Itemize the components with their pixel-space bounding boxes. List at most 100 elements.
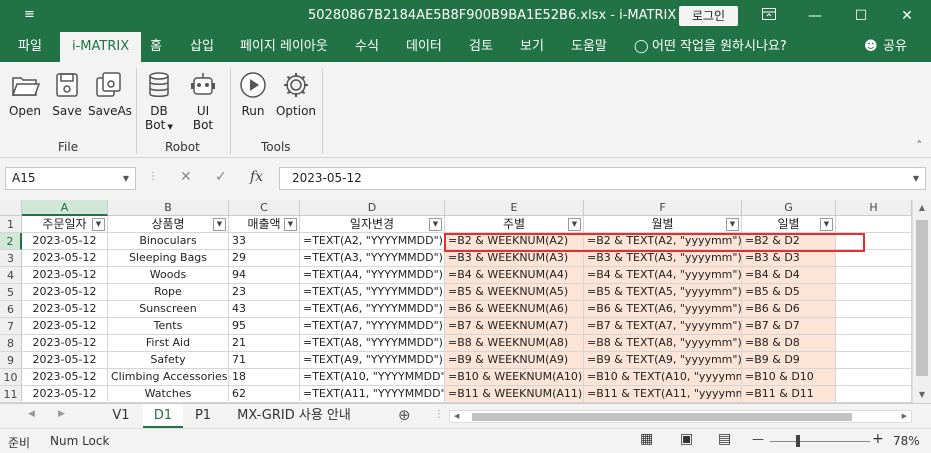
saveas-button[interactable]: SaveAs — [88, 66, 132, 118]
cell-monthly[interactable]: =B11 & TEXT(A11, "yyyymm") — [584, 386, 742, 403]
zoom-level[interactable]: 78% — [893, 434, 920, 448]
cell-weekly[interactable]: =B11 & WEEKNUM(A11) — [445, 386, 584, 403]
close-icon[interactable]: ✕ — [892, 4, 922, 28]
sheet-tab-v1[interactable]: V1 — [102, 404, 140, 428]
zoom-slider-thumb[interactable] — [796, 435, 800, 447]
cell-weekly[interactable]: =B5 & WEEKNUM(A5) — [445, 284, 584, 301]
row-header[interactable]: 8 — [0, 335, 22, 352]
tab-insert[interactable]: 삽입 — [190, 32, 214, 62]
cell-monthly[interactable]: =B4 & TEXT(A4, "yyyymm") — [584, 267, 742, 284]
cell-h[interactable] — [836, 267, 912, 284]
filter-dropdown-icon[interactable]: ▼ — [92, 218, 105, 231]
scroll-left-icon[interactable]: ◀ — [454, 412, 459, 420]
cell-daily[interactable]: =B2 & D2 — [742, 233, 836, 250]
row-header[interactable]: 2 — [0, 233, 22, 250]
sheet-tab-d1[interactable]: D1 — [143, 404, 183, 428]
column-header-f[interactable]: F — [584, 200, 742, 216]
sheet-tab-p1[interactable]: P1 — [184, 404, 222, 428]
run-button[interactable]: Run — [236, 66, 270, 118]
chevron-down-icon[interactable]: ▼ — [123, 168, 129, 189]
cell-h[interactable] — [836, 369, 912, 386]
cell-date-change[interactable]: =TEXT(A3, "YYYYMMDD") — [300, 250, 445, 267]
expand-formula-icon[interactable]: ▼ — [913, 168, 919, 189]
spreadsheet-grid[interactable]: A B C D E F G H 1 2 3 4 5 6 7 8 9 10 11 주문일자 ▼ 상품명 ▼ 매출… — [0, 200, 912, 403]
cell-daily[interactable]: =B8 & D8 — [742, 335, 836, 352]
tab-file[interactable]: 파일 — [18, 32, 42, 62]
cell-order-date[interactable]: 2023-05-12 — [22, 352, 108, 369]
cell-weekly[interactable]: =B4 & WEEKNUM(A4) — [445, 267, 584, 284]
cell-product-name[interactable]: Sunscreen — [108, 301, 229, 318]
sheet-tab-mx-grid[interactable]: MX-GRID 사용 안내 — [225, 404, 363, 428]
filter-dropdown-icon[interactable]: ▼ — [726, 218, 739, 231]
tab-help[interactable]: 도움말 — [571, 32, 607, 62]
cell-weekly[interactable]: =B7 & WEEKNUM(A7) — [445, 318, 584, 335]
cell-h[interactable] — [836, 301, 912, 318]
row-header[interactable]: 10 — [0, 369, 22, 386]
cell-daily[interactable]: =B10 & D10 — [742, 369, 836, 386]
cell-monthly[interactable]: =B2 & TEXT(A2, "yyyymm") — [584, 233, 742, 250]
tab-view[interactable]: 보기 — [520, 32, 544, 62]
tab-imatrix[interactable]: i-MATRIX — [60, 32, 142, 62]
filter-dropdown-icon[interactable]: ▼ — [568, 218, 581, 231]
column-header-g[interactable]: G — [742, 200, 836, 216]
filter-dropdown-icon[interactable]: ▼ — [284, 218, 297, 231]
cell-sales[interactable]: 29 — [229, 250, 300, 267]
next-sheet-icon[interactable]: ▶ — [58, 409, 65, 419]
column-header-c[interactable]: C — [229, 200, 300, 216]
tell-me-search[interactable]: 어떤 작업을 원하시나요? — [652, 32, 787, 62]
login-button[interactable]: 로그인 — [679, 6, 738, 26]
header-cell-date-change[interactable]: 일자변경 ▼ — [300, 216, 445, 233]
cell-sales[interactable]: 33 — [229, 233, 300, 250]
cell-monthly[interactable]: =B8 & TEXT(A8, "yyyymm") — [584, 335, 742, 352]
header-cell-monthly[interactable]: 월별 ▼ — [584, 216, 742, 233]
cell-sales[interactable]: 94 — [229, 267, 300, 284]
cell-date-change[interactable]: =TEXT(A2, "YYYYMMDD") — [300, 233, 445, 250]
cell-sales[interactable]: 95 — [229, 318, 300, 335]
cell-sales[interactable]: 43 — [229, 301, 300, 318]
option-button[interactable]: Option — [274, 66, 318, 118]
column-header-e[interactable]: E — [445, 200, 584, 216]
cell-sales[interactable]: 21 — [229, 335, 300, 352]
row-header[interactable]: 5 — [0, 284, 22, 301]
name-box[interactable]: A15 ▼ — [5, 167, 136, 190]
cell-order-date[interactable]: 2023-05-12 — [22, 335, 108, 352]
cell-product-name[interactable]: Sleeping Bags — [108, 250, 229, 267]
cell-order-date[interactable]: 2023-05-12 — [22, 369, 108, 386]
zoom-slider[interactable] — [770, 435, 870, 447]
scroll-thumb[interactable] — [916, 220, 928, 376]
cell-monthly[interactable]: =B5 & TEXT(A5, "yyyymm") — [584, 284, 742, 301]
insert-function-icon[interactable]: fx — [250, 169, 263, 185]
scroll-right-icon[interactable]: ▶ — [902, 412, 907, 420]
header-cell-weekly[interactable]: 주별 ▼ — [445, 216, 584, 233]
scroll-up-icon[interactable]: ▲ — [913, 203, 931, 212]
cell-date-change[interactable]: =TEXT(A4, "YYYYMMDD") — [300, 267, 445, 284]
cell-sales[interactable]: 62 — [229, 386, 300, 403]
zoom-out-icon[interactable]: — — [752, 432, 764, 446]
cell-monthly[interactable]: =B3 & TEXT(A3, "yyyymm") — [584, 250, 742, 267]
column-header-b[interactable]: B — [108, 200, 229, 216]
cancel-icon[interactable]: ✕ — [180, 169, 192, 185]
cell-date-change[interactable]: =TEXT(A6, "YYYYMMDD") — [300, 301, 445, 318]
horizontal-scrollbar[interactable]: ◀ ▶ — [449, 410, 912, 423]
row-header[interactable]: 6 — [0, 301, 22, 318]
cell-monthly[interactable]: =B6 & TEXT(A6, "yyyymm") — [584, 301, 742, 318]
cell-order-date[interactable]: 2023-05-12 — [22, 284, 108, 301]
cell-weekly[interactable]: =B6 & WEEKNUM(A6) — [445, 301, 584, 318]
cell-sales[interactable]: 18 — [229, 369, 300, 386]
column-header-d[interactable]: D — [300, 200, 445, 216]
row-header[interactable]: 4 — [0, 267, 22, 284]
cell-product-name[interactable]: Safety — [108, 352, 229, 369]
select-all-corner[interactable] — [0, 200, 22, 216]
filter-dropdown-icon[interactable]: ▼ — [429, 218, 442, 231]
add-sheet-icon[interactable]: ⊕ — [398, 406, 411, 424]
cell-monthly[interactable]: =B7 & TEXT(A7, "yyyymm") — [584, 318, 742, 335]
cell-order-date[interactable]: 2023-05-12 — [22, 250, 108, 267]
row-header[interactable]: 9 — [0, 352, 22, 369]
cell-h[interactable] — [836, 386, 912, 403]
cell-date-change[interactable]: =TEXT(A8, "YYYYMMDD") — [300, 335, 445, 352]
cell-weekly[interactable]: =B8 & WEEKNUM(A8) — [445, 335, 584, 352]
cell-date-change[interactable]: =TEXT(A11, "YYYYMMDD") — [300, 386, 445, 403]
cell-daily[interactable]: =B7 & D7 — [742, 318, 836, 335]
cell-h[interactable] — [836, 250, 912, 267]
row-header[interactable]: 11 — [0, 386, 22, 403]
